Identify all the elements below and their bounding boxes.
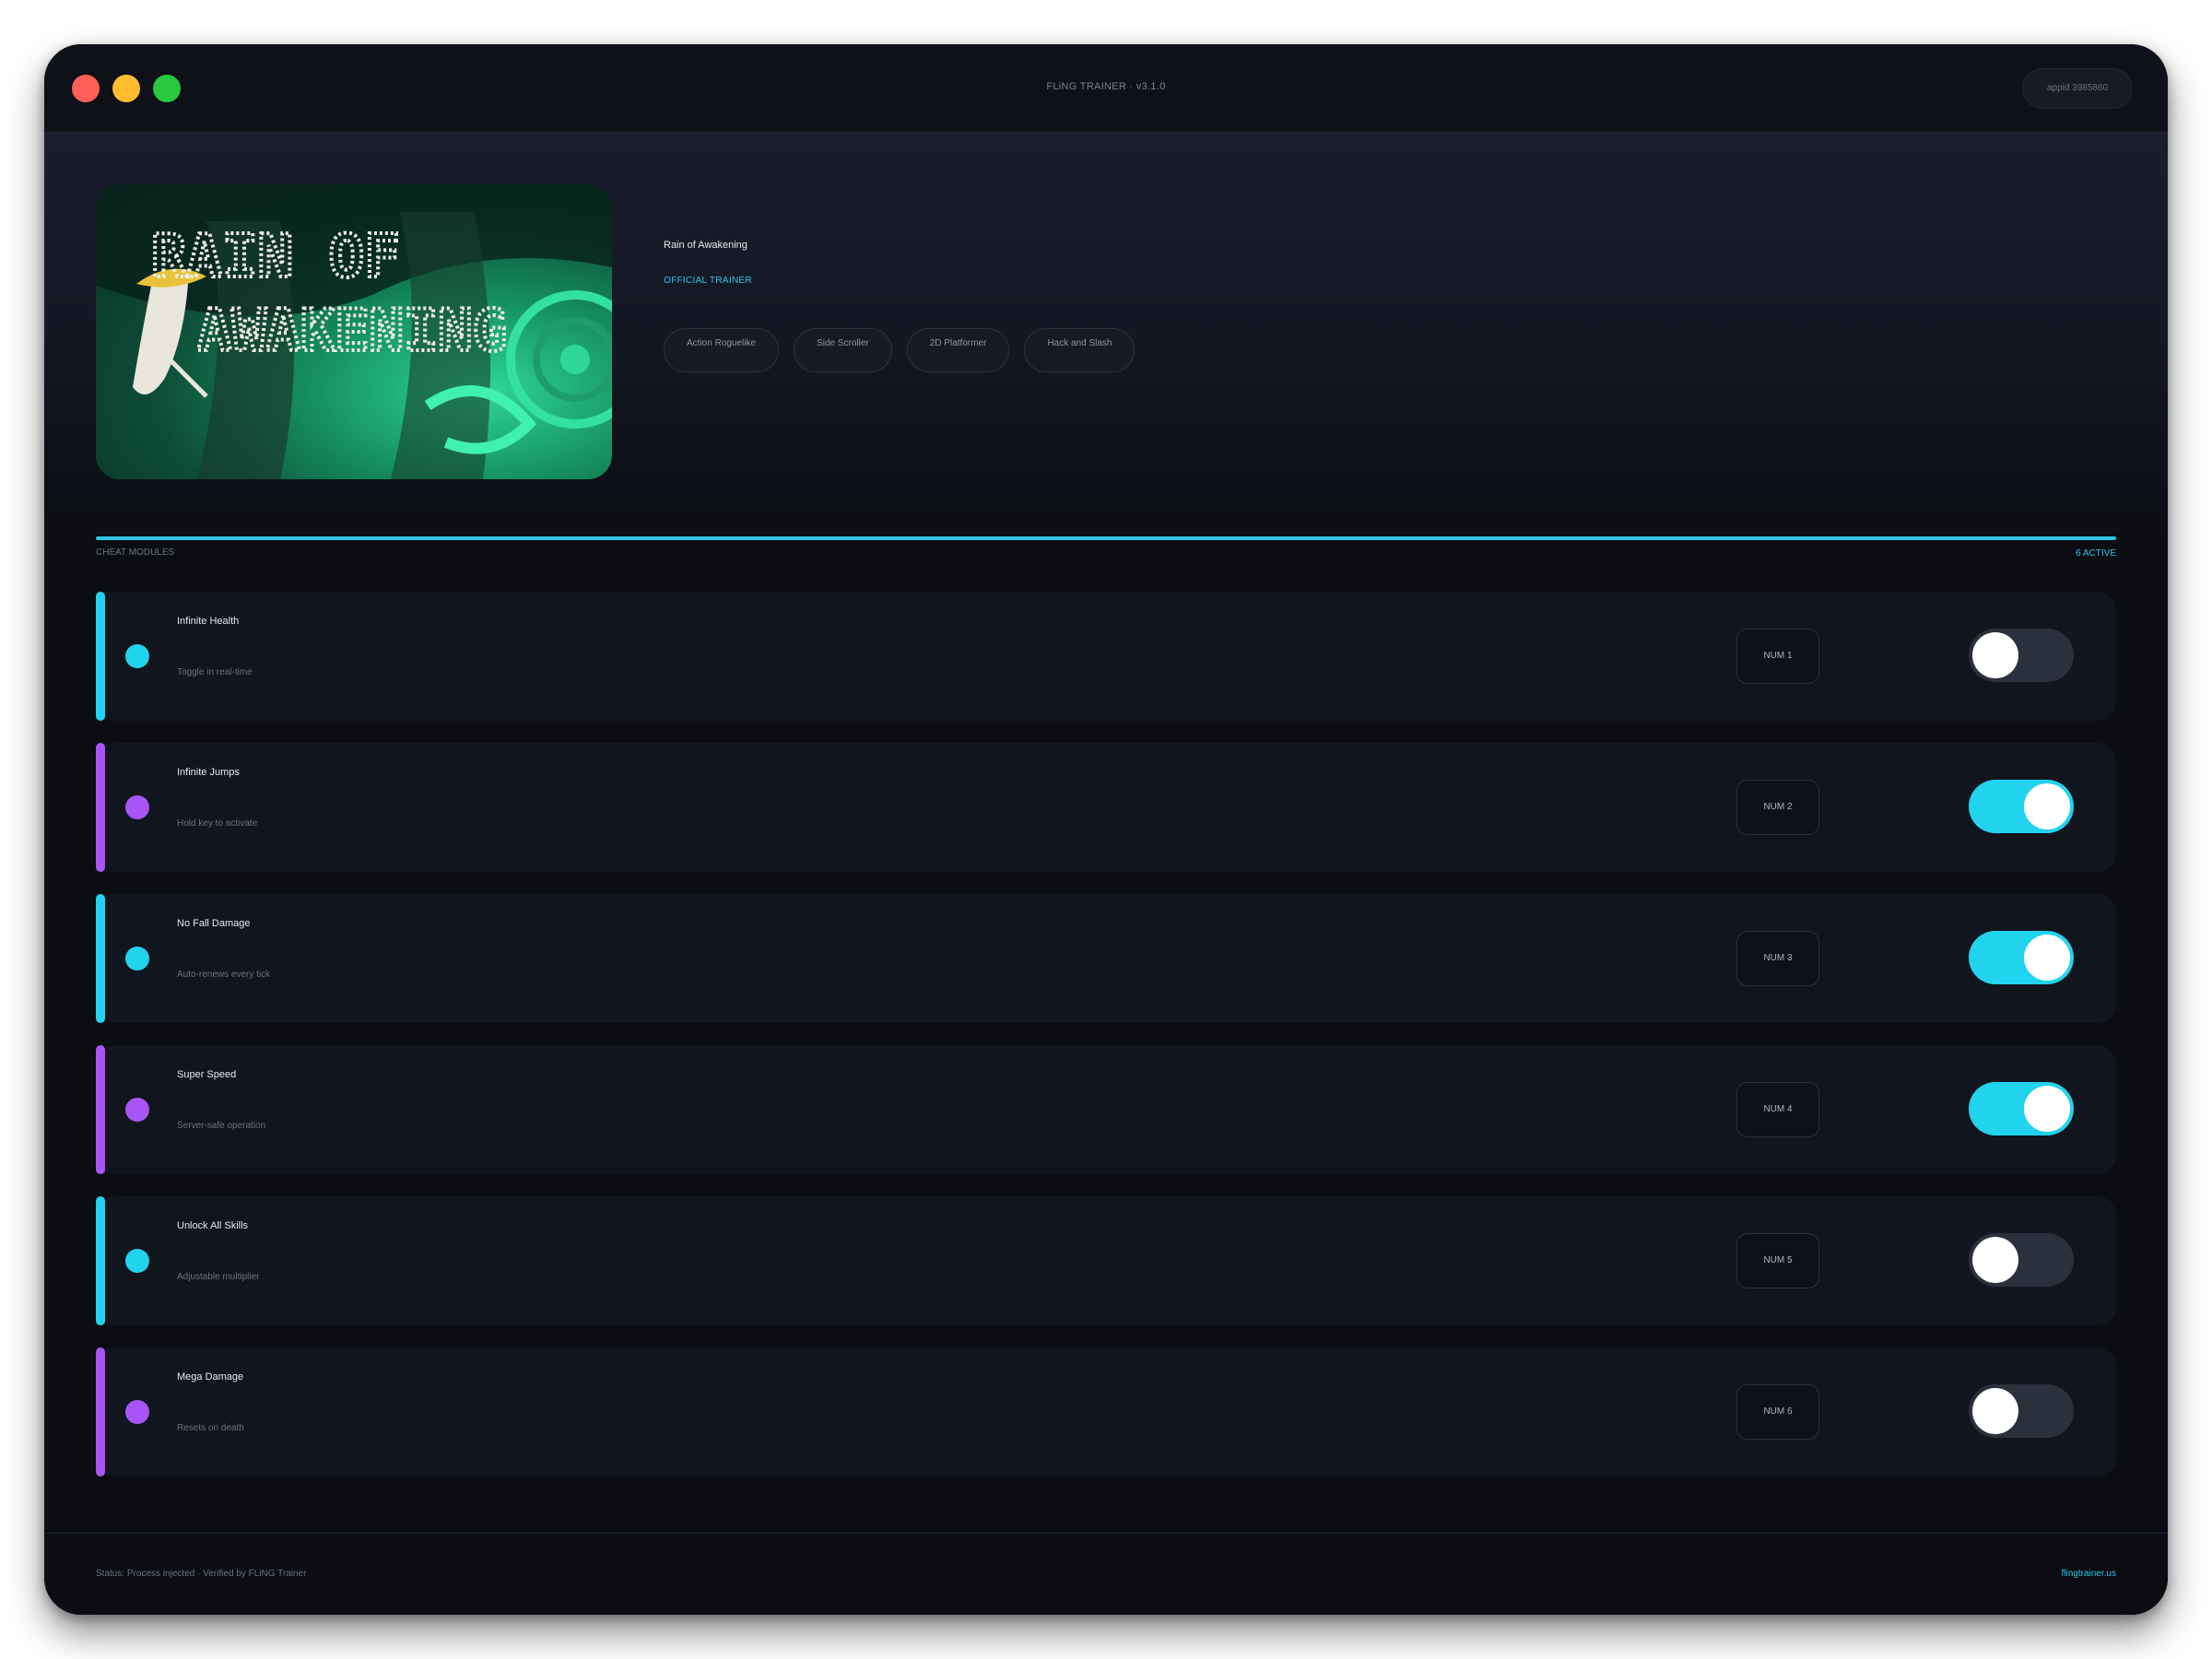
title-bar: FLiNG TRAINER · v3.1.0 appid 3985860: [44, 44, 2168, 133]
genre-tag[interactable]: Hack and Slash: [1024, 328, 1135, 372]
row-accent-bar: [96, 894, 105, 1023]
toggle-knob: [2024, 783, 2070, 830]
status-dot: [125, 1400, 149, 1424]
cheat-row: Infinite Health Toggle in real-time NUM …: [96, 592, 2116, 721]
cheat-toggle[interactable]: [1969, 1384, 2074, 1438]
cheat-name: Infinite Jumps: [177, 767, 240, 778]
cheat-list: Infinite Health Toggle in real-time NUM …: [96, 592, 2116, 1499]
cheat-row: Infinite Jumps Hold key to activate NUM …: [96, 743, 2116, 872]
appid-badge: appid 3985860: [2022, 68, 2133, 109]
game-header: RAIN OF AWAKENING Rain of Awakening OFFI…: [44, 133, 2168, 538]
genre-tags: Action Roguelike Side Scroller 2D Platfo…: [664, 328, 1135, 372]
cover-title-line2: AWAKENING: [197, 297, 507, 364]
status-footer: Status: Process injected · Verified by F…: [44, 1533, 2168, 1615]
genre-tag[interactable]: 2D Platformer: [906, 328, 1010, 372]
hotkey-button[interactable]: NUM 6: [1736, 1384, 1819, 1440]
cheat-row: Mega Damage Resets on death NUM 6: [96, 1347, 2116, 1477]
section-label: CHEAT MODULES: [96, 547, 175, 558]
trainer-window: FLiNG TRAINER · v3.1.0 appid 3985860 RAI…: [44, 44, 2168, 1615]
hotkey-button[interactable]: NUM 4: [1736, 1082, 1819, 1137]
toggle-knob: [1972, 1237, 2018, 1283]
cheat-name: Unlock All Skills: [177, 1220, 249, 1231]
active-count: 6 ACTIVE: [2076, 548, 2116, 559]
cheat-description: Server-safe operation: [177, 1121, 266, 1131]
genre-tag[interactable]: Action Roguelike: [664, 328, 780, 372]
hotkey-button[interactable]: NUM 3: [1736, 931, 1819, 986]
official-trainer-label: OFFICIAL TRAINER: [664, 276, 752, 286]
status-dot: [125, 1098, 149, 1122]
status-dot: [125, 644, 149, 668]
website-link[interactable]: flingtrainer.us: [2062, 1569, 2116, 1579]
cheat-description: Toggle in real-time: [177, 667, 253, 677]
cheat-toggle[interactable]: [1969, 780, 2074, 833]
cheat-name: Super Speed: [177, 1069, 237, 1080]
cheat-description: Auto-renews every tick: [177, 970, 271, 980]
hotkey-button[interactable]: NUM 5: [1736, 1233, 1819, 1288]
cheat-toggle[interactable]: [1969, 629, 2074, 682]
toggle-knob: [2024, 935, 2070, 981]
cheat-row: No Fall Damage Auto-renews every tick NU…: [96, 894, 2116, 1023]
toggle-knob: [1972, 632, 2018, 678]
game-title: Rain of Awakening: [664, 240, 747, 251]
cheat-toggle[interactable]: [1969, 1082, 2074, 1135]
row-accent-bar: [96, 1196, 105, 1325]
cheat-description: Resets on death: [177, 1423, 244, 1433]
toggle-knob: [2024, 1086, 2070, 1132]
cheat-toggle[interactable]: [1969, 931, 2074, 984]
toggle-knob: [1972, 1388, 2018, 1434]
cheat-toggle[interactable]: [1969, 1233, 2074, 1287]
row-accent-bar: [96, 592, 105, 721]
cheat-name: No Fall Damage: [177, 918, 251, 929]
cover-art: RAIN OF AWAKENING: [96, 184, 612, 479]
row-accent-bar: [96, 743, 105, 872]
row-accent-bar: [96, 1045, 105, 1174]
status-dot: [125, 795, 149, 819]
hotkey-button[interactable]: NUM 2: [1736, 780, 1819, 835]
cheat-row: Super Speed Server-safe operation NUM 4: [96, 1045, 2116, 1174]
status-dot: [125, 1249, 149, 1273]
cheat-description: Hold key to activate: [177, 818, 258, 829]
cheat-name: Infinite Health: [177, 616, 240, 627]
section-divider: [96, 536, 2116, 540]
cheat-description: Adjustable multiplier: [177, 1272, 260, 1282]
row-accent-bar: [96, 1347, 105, 1477]
cover-title-line1: RAIN OF: [151, 223, 400, 291]
window-title: FLiNG TRAINER · v3.1.0: [1046, 81, 1166, 92]
cheat-name: Mega Damage: [177, 1371, 244, 1382]
game-cover-image: RAIN OF AWAKENING: [96, 184, 612, 479]
status-dot: [125, 947, 149, 971]
genre-tag[interactable]: Side Scroller: [794, 328, 892, 372]
cheat-row: Unlock All Skills Adjustable multiplier …: [96, 1196, 2116, 1325]
process-status: Status: Process injected · Verified by F…: [96, 1569, 307, 1579]
hotkey-button[interactable]: NUM 1: [1736, 629, 1819, 684]
